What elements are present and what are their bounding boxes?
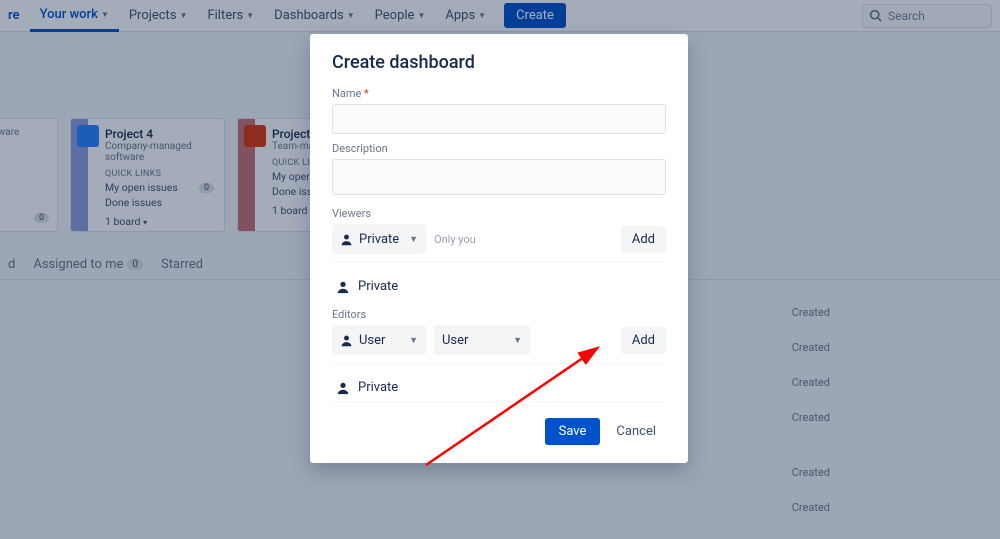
entry-label: Private [358,380,398,395]
description-input[interactable] [332,159,666,195]
entry-label: Private [358,279,398,294]
save-button[interactable]: Save [545,418,601,445]
editors-user-select[interactable]: User ▼ [434,325,530,355]
person-icon [340,334,353,347]
chevron-down-icon: ▼ [513,335,522,346]
editors-scope-select[interactable]: User ▼ [332,325,426,355]
description-label: Description [332,142,666,155]
editors-entry: Private [332,374,666,402]
chevron-down-icon: ▼ [409,234,418,245]
select-value: Private [359,232,401,247]
select-value: User [442,333,505,348]
name-label: Name * [332,87,666,100]
modal-title: Create dashboard [332,52,666,73]
viewers-hint: Only you [434,233,476,246]
person-icon [340,233,353,246]
create-dashboard-modal: Create dashboard Name * Description View… [310,34,688,463]
viewers-entry: Private [332,273,666,300]
cancel-button[interactable]: Cancel [606,418,666,445]
viewers-add-button[interactable]: Add [621,226,666,253]
chevron-down-icon: ▼ [409,335,418,346]
editors-label: Editors [332,308,666,321]
editors-add-button[interactable]: Add [621,327,666,354]
person-icon [336,381,350,395]
select-value: User [359,333,401,348]
viewers-scope-select[interactable]: Private ▼ [332,224,426,254]
name-input[interactable] [332,104,666,134]
person-icon [336,280,350,294]
viewers-label: Viewers [332,207,666,220]
